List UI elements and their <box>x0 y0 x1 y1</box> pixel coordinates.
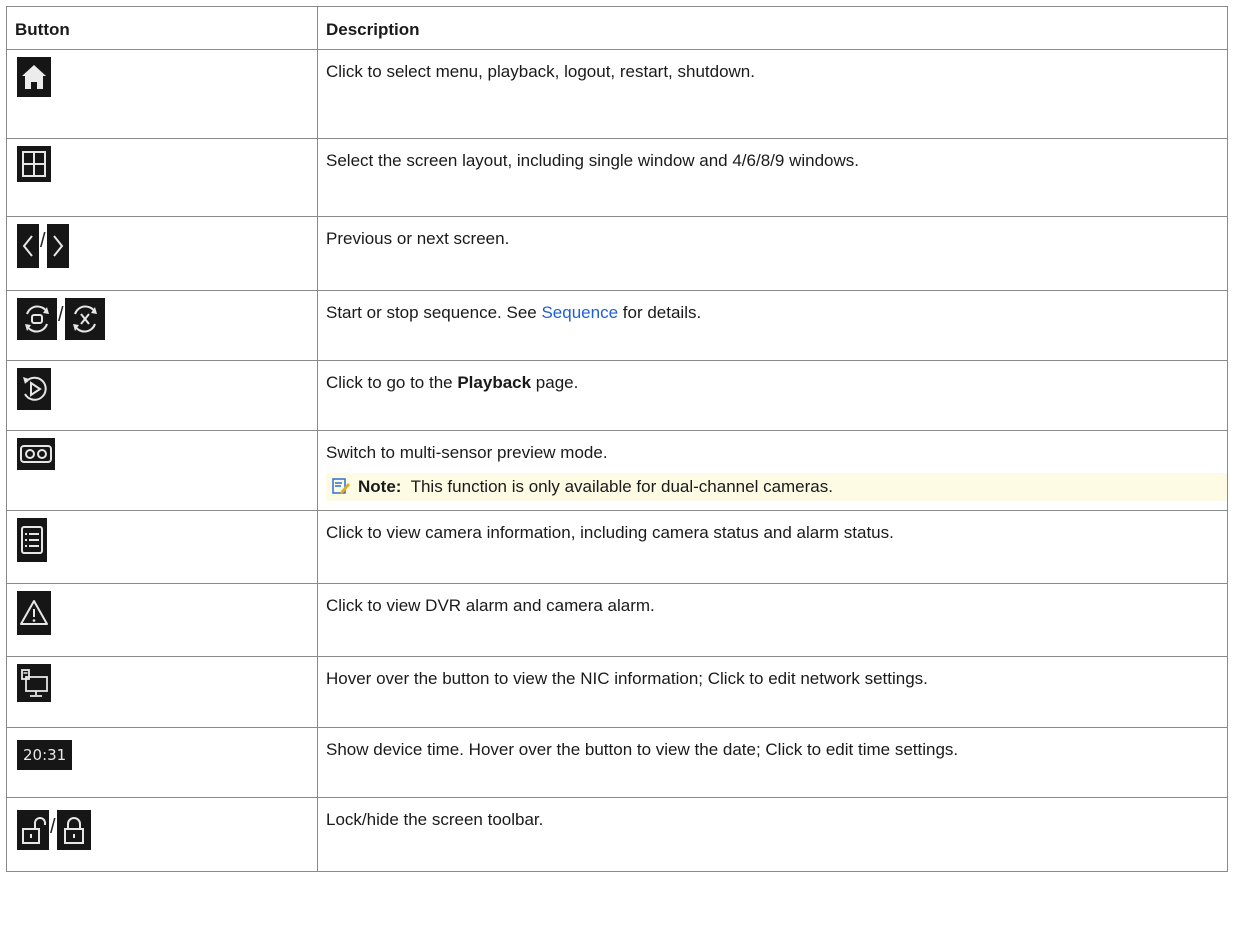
description-cell: Click to select menu, playback, logout, … <box>317 49 1228 139</box>
device-time-button[interactable]: 20:31 <box>17 740 73 770</box>
button-cell <box>6 583 318 657</box>
separator: / <box>40 230 46 252</box>
button-cell: 20:31 <box>6 727 318 798</box>
note-text: This function is only available for dual… <box>410 477 833 496</box>
table-header-row: Button Description <box>6 6 1228 50</box>
table-row: / Previous or next screen. <box>6 216 1228 291</box>
button-cell <box>6 138 318 217</box>
description-cell: Click to view camera information, includ… <box>317 510 1228 584</box>
description-cell: Click to view DVR alarm and camera alarm… <box>317 583 1228 657</box>
screen-layout-icon[interactable] <box>17 146 51 182</box>
unlock-icon[interactable] <box>17 810 49 850</box>
camera-info-list-icon[interactable] <box>17 518 47 562</box>
table-row: / Start or stop sequence. See Sequence f… <box>6 290 1228 361</box>
chevron-right-icon[interactable] <box>46 224 69 268</box>
description-cell: Select the screen layout, including sing… <box>317 138 1228 217</box>
table-row: Click to go to the Playback page. <box>6 360 1228 431</box>
separator: / <box>58 304 64 326</box>
button-cell <box>6 430 318 511</box>
table-row: Click to view DVR alarm and camera alarm… <box>6 583 1228 657</box>
description-cell: Show device time. Hover over the button … <box>317 727 1228 798</box>
table-row: Select the screen layout, including sing… <box>6 138 1228 217</box>
alarm-warning-icon[interactable] <box>17 591 51 635</box>
description-cell: Lock/hide the screen toolbar. <box>317 797 1228 872</box>
separator: / <box>50 816 56 838</box>
button-cell <box>6 510 318 584</box>
description-cell: Switch to multi-sensor preview mode. Not… <box>317 430 1228 511</box>
button-cell <box>6 360 318 431</box>
sequence-start-icon[interactable] <box>17 298 57 340</box>
table-row: Switch to multi-sensor preview mode. Not… <box>6 430 1228 511</box>
network-icon[interactable] <box>17 664 51 702</box>
description-cell: Previous or next screen. <box>317 216 1228 291</box>
button-cell: / <box>6 290 318 361</box>
header-button: Button <box>6 6 318 50</box>
description-cell: Hover over the button to view the NIC in… <box>317 656 1228 728</box>
lock-icon[interactable] <box>56 810 91 850</box>
table-row: Click to select menu, playback, logout, … <box>6 49 1228 139</box>
sequence-stop-icon[interactable] <box>64 298 105 340</box>
button-cell: / <box>6 797 318 872</box>
button-cell <box>6 656 318 728</box>
button-cell: / <box>6 216 318 291</box>
home-icon[interactable] <box>17 57 51 97</box>
multi-sensor-icon[interactable] <box>17 438 55 470</box>
table-row: Hover over the button to view the NIC in… <box>6 656 1228 728</box>
note-pencil-icon <box>332 477 350 495</box>
sequence-link[interactable]: Sequence <box>541 303 618 322</box>
header-description: Description <box>317 6 1228 50</box>
note-box: Note: This function is only available fo… <box>326 473 1227 501</box>
note-label: Note: <box>358 477 402 496</box>
button-description-table: Button Description Click to select menu,… <box>6 6 1228 872</box>
table-row: 20:31 Show device time. Hover over the b… <box>6 727 1228 798</box>
description-cell: Click to go to the Playback page. <box>317 360 1228 431</box>
button-cell <box>6 49 318 139</box>
table-row: / Lock/hide the screen toolbar. <box>6 797 1228 872</box>
description-cell: Start or stop sequence. See Sequence for… <box>317 290 1228 361</box>
playback-icon[interactable] <box>17 368 51 410</box>
table-row: Click to view camera information, includ… <box>6 510 1228 584</box>
chevron-left-icon[interactable] <box>17 224 39 268</box>
